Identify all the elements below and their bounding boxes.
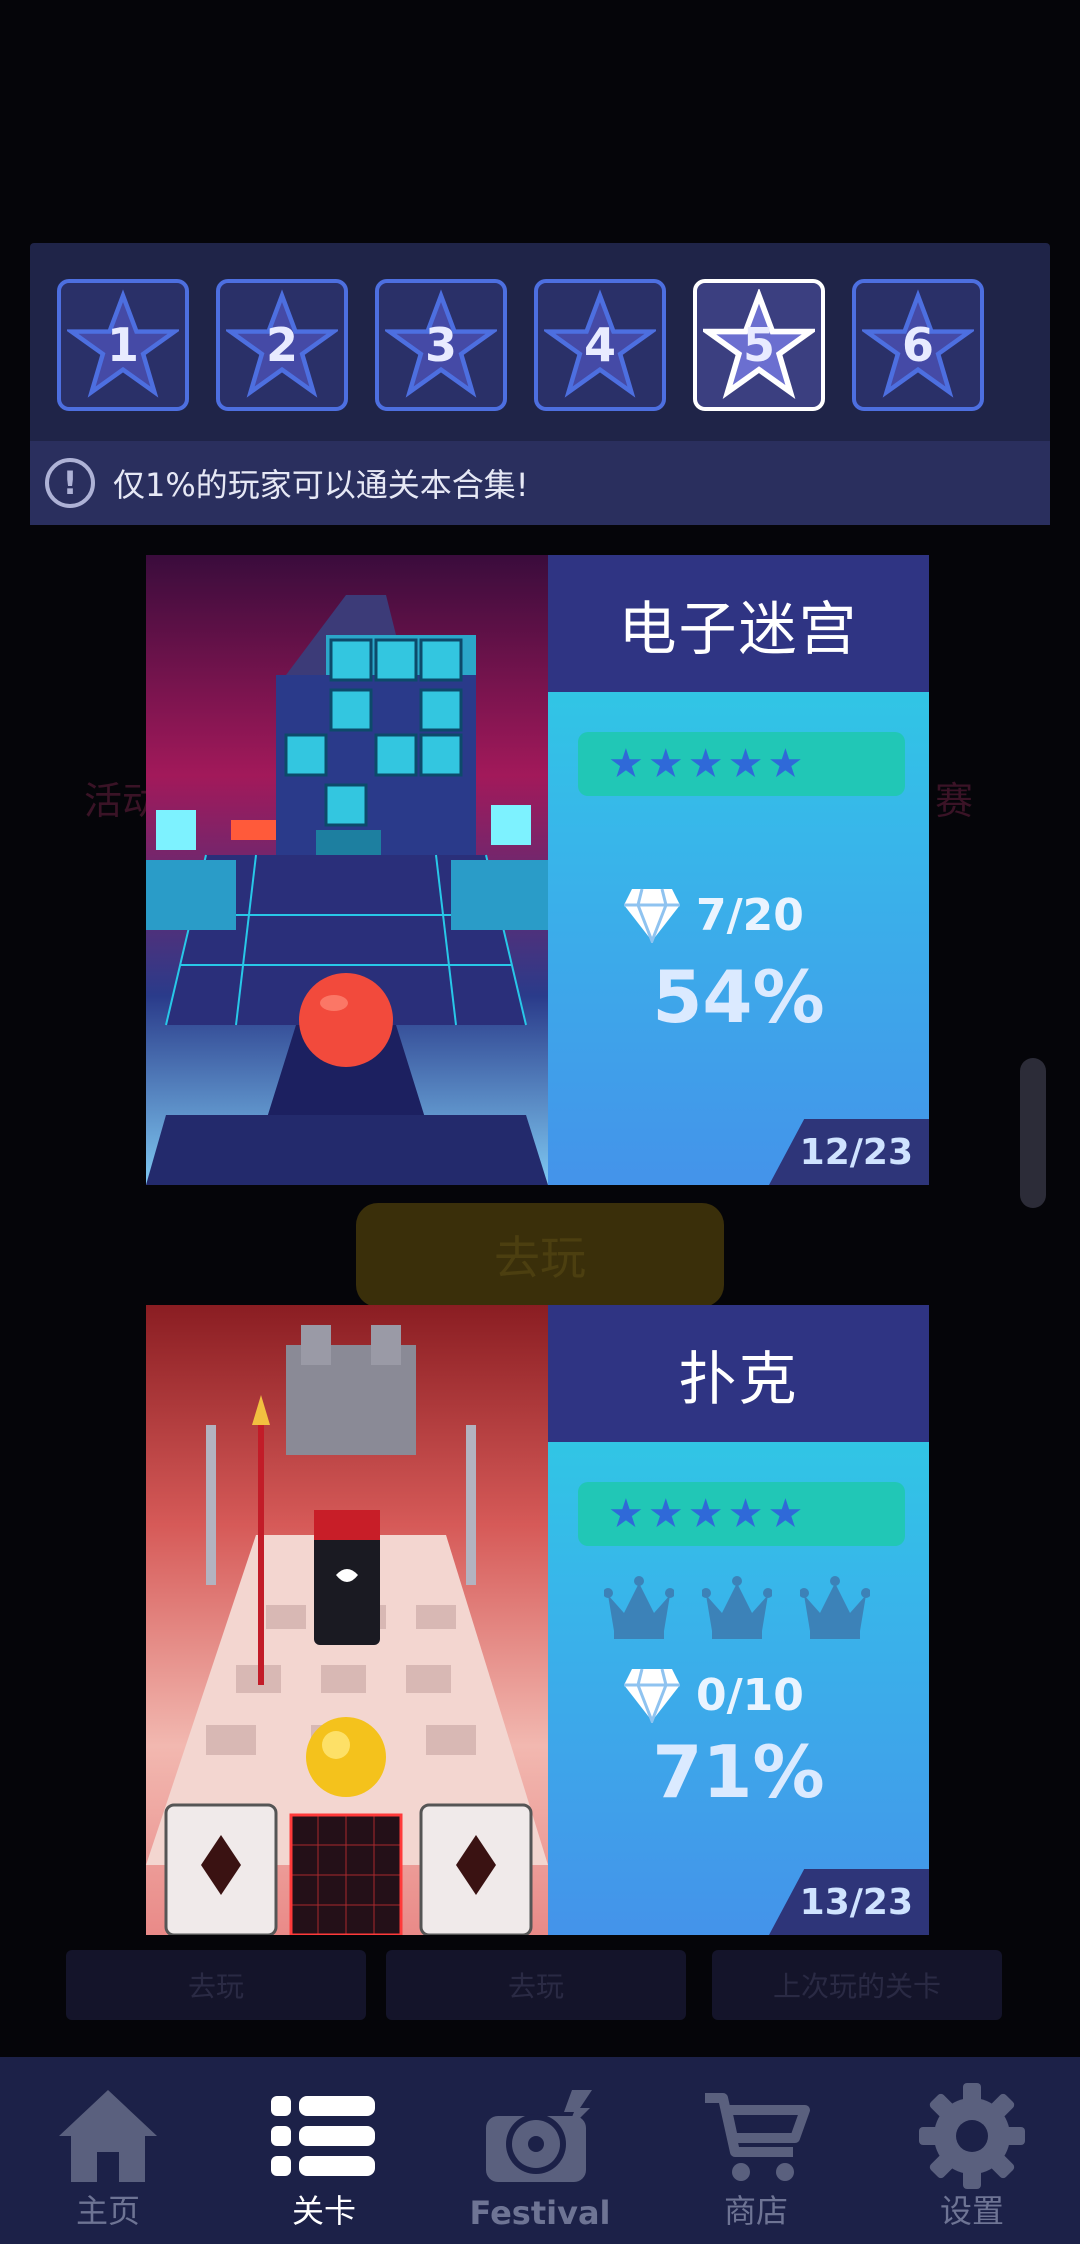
level-title: 电子迷宫: [618, 594, 859, 663]
stage-tile-5[interactable]: 5: [693, 279, 825, 411]
cart-icon: [701, 2081, 811, 2191]
nav-item-festival[interactable]: Festival: [432, 2057, 648, 2244]
star-icon: ★: [647, 1491, 684, 1537]
star-icon: ★: [767, 1491, 804, 1537]
level-title: 扑克: [678, 1344, 799, 1413]
nav-label: 关卡: [291, 2192, 356, 2230]
notice-bar: ! 仅1%的玩家可以通关本合集!: [30, 441, 1050, 525]
crown-icon: [800, 1576, 870, 1639]
level-card[interactable]: 电子迷宫 ★ ★ ★ ★ ★ 7/20 54% 12/23: [146, 555, 929, 1185]
stage-row: 1 2 3 4 5 6: [57, 279, 984, 411]
level-thumbnail-image: [146, 1305, 548, 1935]
star-icon: ★: [647, 741, 684, 787]
bg-tab-2: 去玩: [386, 1950, 686, 2020]
gem-count: 7/20: [696, 889, 804, 941]
scrollbar[interactable]: [1020, 1058, 1046, 1208]
stage-tile-6[interactable]: 6: [852, 279, 984, 411]
gem-counter: 0/10: [622, 1667, 804, 1723]
crown-row: [604, 1575, 870, 1641]
nav-item-home[interactable]: 主页: [0, 2057, 216, 2244]
star-icon: ★: [687, 741, 724, 787]
level-index-badge: 13/23: [769, 1869, 929, 1935]
level-info-panel: 电子迷宫 ★ ★ ★ ★ ★ 7/20 54% 12/23: [548, 555, 929, 1185]
diamond-icon: [624, 888, 680, 943]
level-progress: 54%: [652, 955, 825, 1039]
gem-counter: 7/20: [622, 887, 804, 943]
star-icon: ★: [727, 741, 764, 787]
star-icon: ★: [687, 1491, 724, 1537]
level-info-panel: 扑克 ★ ★ ★ ★ ★ 0/10 71% 13/23: [548, 1305, 929, 1935]
record-icon: [480, 2081, 600, 2191]
nav-label: 商店: [723, 2192, 788, 2230]
star-icon: ★: [767, 741, 804, 787]
stage-tile-1[interactable]: 1: [57, 279, 189, 411]
stage-number: 5: [742, 318, 775, 372]
stage-number: 4: [583, 318, 616, 372]
stage-number: 3: [424, 318, 457, 372]
stage-number: 6: [901, 318, 934, 372]
level-thumbnail: [146, 555, 548, 1185]
stage-number: 1: [106, 318, 139, 372]
bg-play-button: 去玩: [356, 1203, 724, 1307]
notice-text: 仅1%的玩家可以通关本合集!: [113, 466, 529, 504]
stage-selector: 1 2 3 4 5 6 ! 仅1%的玩家可以通关本合集!: [30, 243, 1050, 525]
gear-icon: [917, 2081, 1027, 2191]
level-thumbnail: [146, 1305, 548, 1935]
nav-item-settings[interactable]: 设置: [864, 2057, 1080, 2244]
stage-tile-4[interactable]: 4: [534, 279, 666, 411]
bg-tab-3: 上次玩的关卡: [712, 1950, 1002, 2020]
level-progress: 71%: [652, 1730, 825, 1814]
bottom-nav: 主页 关卡 Festival 商店 设置: [0, 2057, 1080, 2244]
bg-tab-1: 去玩: [66, 1950, 366, 2020]
star-icon: ★: [608, 741, 644, 787]
gem-count: 0/10: [696, 1669, 804, 1721]
star-icon: ★: [727, 1491, 764, 1537]
nav-item-shop[interactable]: 商店: [648, 2057, 864, 2244]
diamond-icon: [624, 1668, 680, 1723]
nav-label: 设置: [939, 2192, 1004, 2230]
level-title-bar: 扑克: [548, 1305, 929, 1442]
stage-number: 2: [265, 318, 298, 372]
exclamation-icon: !: [45, 458, 95, 508]
level-index: 12/23: [799, 1131, 913, 1173]
star-icon: ★: [608, 1491, 644, 1537]
list-icon: [269, 2081, 379, 2191]
bg-label-right: 赛: [935, 779, 974, 823]
nav-label: Festival: [469, 2194, 611, 2232]
crown-icon: [604, 1576, 674, 1639]
level-title-bar: 电子迷宫: [548, 555, 929, 692]
level-thumbnail-image: [146, 555, 548, 1185]
level-stars: ★ ★ ★ ★ ★: [578, 1482, 905, 1546]
nav-label: 主页: [75, 2192, 140, 2230]
level-card[interactable]: 扑克 ★ ★ ★ ★ ★ 0/10 71% 13/23: [146, 1305, 929, 1935]
home-icon: [53, 2081, 163, 2191]
level-index-badge: 12/23: [769, 1119, 929, 1185]
level-index: 13/23: [799, 1881, 913, 1923]
crown-icon: [702, 1576, 772, 1639]
stage-tile-3[interactable]: 3: [375, 279, 507, 411]
nav-item-levels[interactable]: 关卡: [216, 2057, 432, 2244]
stage-tile-2[interactable]: 2: [216, 279, 348, 411]
level-stars: ★ ★ ★ ★ ★: [578, 732, 905, 796]
